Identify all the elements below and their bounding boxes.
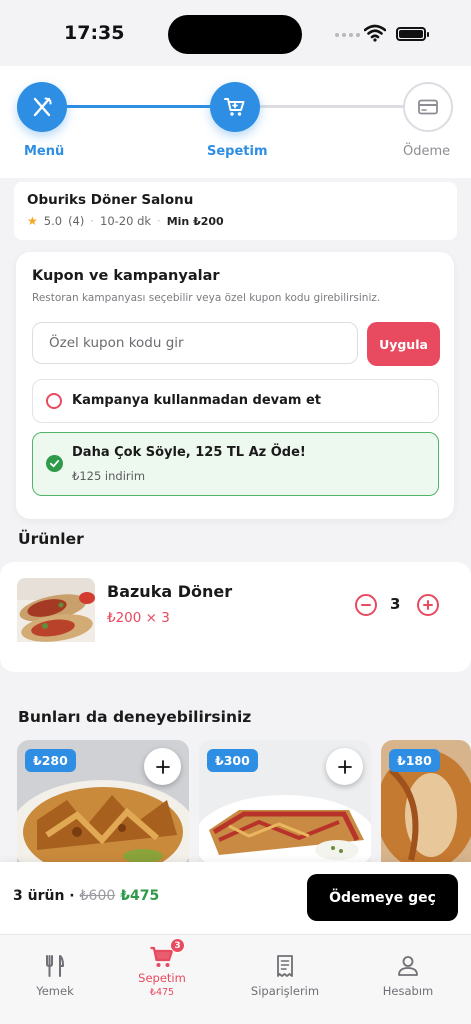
tab-sepetim[interactable]: 3 Sepetim ₺475: [107, 938, 217, 998]
restaurant-card: Oburiks Döner Salonu ★ 5.0 (4) · 10-20 d…: [14, 182, 457, 240]
restaurant-min-order: Min ₺200: [166, 214, 224, 228]
campaign-option-discount[interactable]: Daha Çok Söyle, 125 TL Az Öde! ₺125 indi…: [32, 432, 439, 496]
receipt-icon: [277, 955, 293, 977]
campaign-discount-amount: ₺125 indirim: [72, 469, 146, 483]
tab-cart-total: ₺475: [149, 987, 175, 998]
tab-label: Yemek: [36, 984, 74, 998]
item-count: 3 ürün ·: [13, 888, 75, 904]
stepper-line-done: [66, 105, 211, 108]
tab-label: Hesabım: [382, 984, 434, 998]
suggestion-price-badge: ₺300: [207, 749, 258, 772]
credit-card-icon: [418, 99, 438, 115]
bottom-tab-bar: Yemek 3 Sepetim ₺475 Siparişlerim Hesabı…: [0, 934, 471, 1024]
plus-icon: [423, 600, 433, 610]
proceed-to-payment-button[interactable]: Ödemeye geç: [307, 874, 458, 921]
products-section-title: Ürünler: [18, 530, 84, 548]
add-to-cart-button[interactable]: [144, 748, 181, 785]
coupon-card: Kupon ve kampanyalar Restoran kampanyası…: [16, 252, 454, 519]
restaurant-delivery-time: 10-20 dk: [100, 214, 152, 228]
dynamic-island: [168, 15, 302, 54]
checkout-stepper: Menü Sepetim Ödeme: [0, 66, 471, 178]
radio-unselected-icon: [46, 393, 62, 409]
minus-icon: [361, 604, 371, 606]
campaign-option-label: Kampanya kullanmadan devam et: [72, 393, 321, 408]
separator-dot: ·: [90, 214, 95, 228]
cart-summary: 3 ürün · ₺600 ₺475: [13, 888, 159, 904]
cart-icon: [224, 98, 245, 116]
separator-dot: ·: [157, 214, 161, 228]
status-time: 17:35: [64, 22, 125, 44]
status-bar: 17:35: [0, 0, 471, 66]
step-payment-label: Ödeme: [403, 144, 451, 159]
plus-icon: [337, 759, 352, 774]
decrease-quantity-button[interactable]: [355, 594, 377, 616]
step-menu-label: Menü: [24, 144, 65, 159]
coupon-code-input[interactable]: Özel kupon kodu gir: [32, 322, 358, 364]
step-menu[interactable]: [17, 82, 67, 132]
increase-quantity-button[interactable]: [417, 594, 439, 616]
restaurant-reviews: (4): [68, 214, 85, 228]
new-total: ₺475: [120, 888, 160, 904]
fork-knife-icon: [46, 955, 64, 977]
suggestion-price-badge: ₺180: [389, 749, 440, 772]
product-image: [17, 578, 95, 654]
tab-siparislerim[interactable]: Siparişlerim: [230, 953, 340, 998]
suggestion-card[interactable]: ₺280: [17, 740, 189, 865]
apply-coupon-button[interactable]: Uygula: [367, 322, 440, 366]
tab-label: Sepetim: [138, 971, 186, 985]
old-total: ₺600: [79, 888, 116, 904]
suggestion-card[interactable]: ₺180: [381, 740, 471, 865]
stepper-line-pending: [260, 105, 406, 108]
star-icon: ★: [27, 214, 38, 228]
suggestions-section-title: Bunları da deneyebilirsiniz: [18, 708, 252, 726]
product-price: ₺200 × 3: [107, 610, 170, 626]
step-cart[interactable]: [210, 82, 260, 132]
tab-label: Siparişlerim: [250, 984, 320, 998]
restaurant-rating: 5.0: [43, 214, 63, 228]
coupon-title: Kupon ve kampanyalar: [32, 268, 220, 284]
battery-icon: [396, 27, 429, 41]
suggestion-card[interactable]: ₺300: [199, 740, 371, 865]
product-name: Bazuka Döner: [107, 582, 233, 601]
tab-hesabim[interactable]: Hesabım: [353, 953, 463, 998]
step-cart-label: Sepetim: [207, 144, 268, 159]
coupon-subtitle: Restoran kampanyası seçebilir veya özel …: [32, 292, 381, 304]
quantity-value: 3: [390, 595, 401, 613]
wifi-icon: [364, 24, 386, 42]
fork-knife-icon: [33, 97, 52, 117]
check-circle-icon: [46, 455, 63, 472]
user-icon: [398, 956, 418, 976]
tab-yemek[interactable]: Yemek: [0, 953, 110, 998]
suggestion-price-badge: ₺280: [25, 749, 76, 772]
step-payment[interactable]: [403, 82, 453, 132]
add-to-cart-button[interactable]: [326, 748, 363, 785]
signal-icon: [335, 33, 360, 37]
plus-icon: [155, 759, 170, 774]
restaurant-name: Oburiks Döner Salonu: [27, 192, 194, 208]
campaign-option-label: Daha Çok Söyle, 125 TL Az Öde!: [72, 445, 306, 460]
cart-item: Bazuka Döner ₺200 × 3 3: [0, 562, 471, 672]
cart-count-badge: 3: [170, 938, 185, 953]
campaign-option-none[interactable]: Kampanya kullanmadan devam et: [32, 379, 439, 423]
restaurant-meta: ★ 5.0 (4) · 10-20 dk · Min ₺200: [27, 214, 444, 228]
checkout-bar: 3 ürün · ₺600 ₺475 Ödemeye geç: [0, 862, 471, 934]
